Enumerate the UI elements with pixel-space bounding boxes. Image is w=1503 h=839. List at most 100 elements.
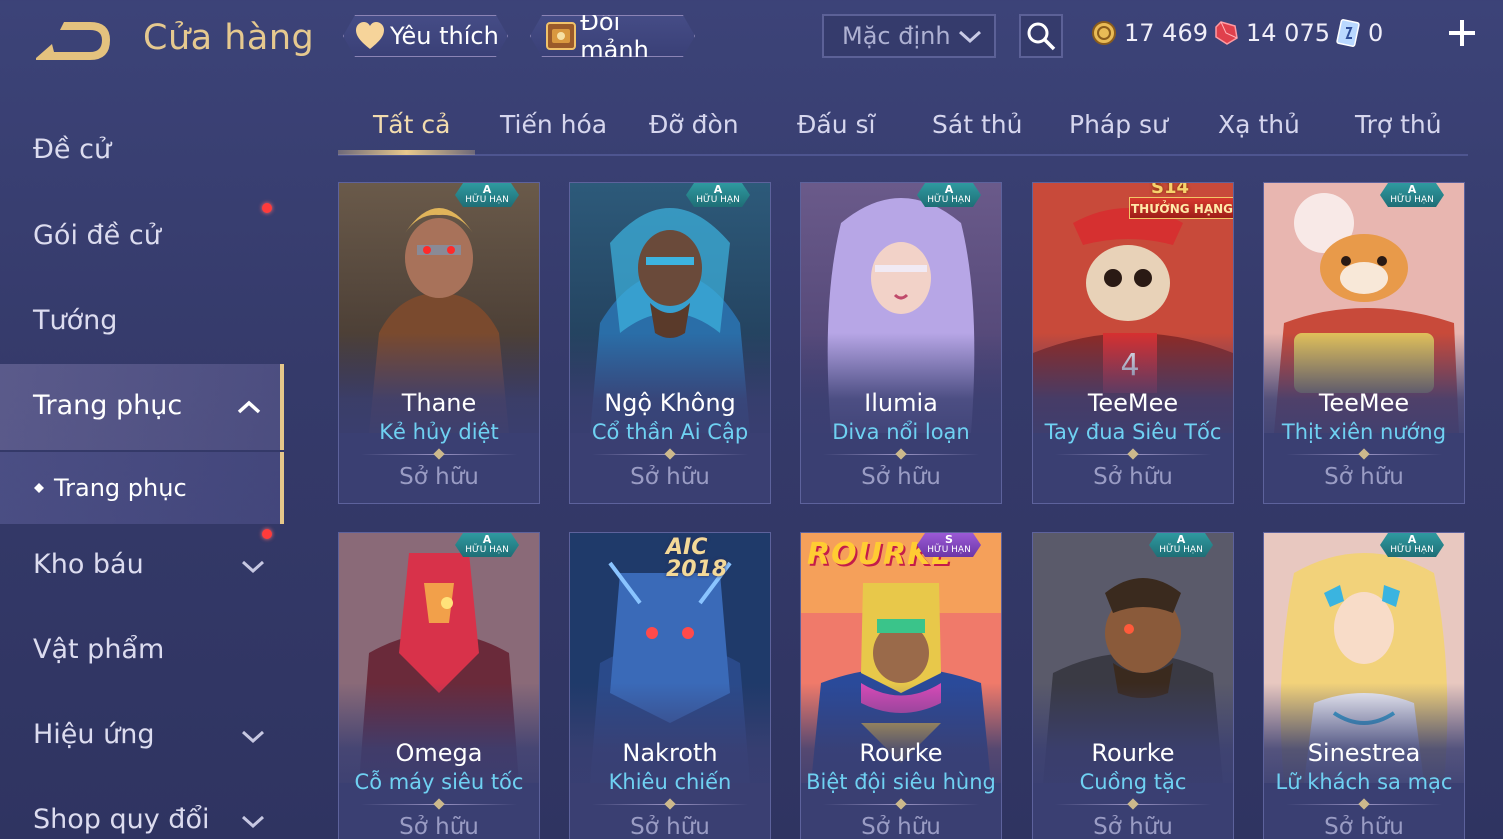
skin-card[interactable]: A HỮU HẠN Sinestrea Lữ khách sa mạc Sở hữ… xyxy=(1263,532,1465,839)
sidebar-item-label: Tướng xyxy=(33,305,118,336)
chevron-up-icon xyxy=(237,400,261,414)
sidebar-item-treasure[interactable]: Kho báu xyxy=(0,525,284,605)
sidebar-item-label: Hiệu ứng xyxy=(33,719,155,750)
grade-badge: S HỮU HẠN xyxy=(917,533,981,557)
owned-status: Sở hữu xyxy=(1093,814,1173,839)
owned-status: Sở hữu xyxy=(1324,814,1404,839)
divider xyxy=(361,454,517,455)
divider xyxy=(361,804,517,805)
add-currency-button[interactable] xyxy=(1445,16,1479,50)
notification-dot xyxy=(262,203,272,213)
skin-name: Cỗ máy siêu tốc xyxy=(354,770,524,794)
skin-card[interactable]: A HỮU HẠN Ngộ Không Cổ thần Ai Cập Sở hữu xyxy=(569,182,771,504)
shard-exchange-label: Đổi mảnh xyxy=(580,8,649,64)
ruby-balance: 14 075 xyxy=(1212,18,1330,48)
hero-name: Ilumia xyxy=(864,389,938,417)
voucher-amount: 0 xyxy=(1368,19,1384,47)
favorites-label: Yêu thích xyxy=(390,22,499,50)
ruby-amount: 14 075 xyxy=(1246,19,1330,47)
gold-balance: 17 469 xyxy=(1090,18,1208,48)
page-title: Cửa hàng xyxy=(143,18,315,58)
owned-status: Sở hữu xyxy=(1324,464,1404,490)
hero-name: TeeMee xyxy=(1087,389,1179,417)
tab-all[interactable]: Tất cả xyxy=(373,110,450,139)
sidebar: Đề cử Gói đề cử Tướng Trang phục Trang p… xyxy=(0,80,288,839)
hero-name: TeeMee xyxy=(1318,389,1410,417)
skin-card[interactable]: A HỮU HẠN Thane Kẻ hủy diệt Sở hữu xyxy=(338,182,540,504)
skin-name: Lữ khách sa mạc xyxy=(1275,770,1453,794)
treasure-chest-icon xyxy=(543,18,578,54)
skin-card[interactable]: A HỮU HẠN TeeMee Thịt xiên nướng Sở hữu xyxy=(1263,182,1465,504)
skin-name: Cổ thần Ai Cập xyxy=(591,420,749,444)
tab-tank[interactable]: Đỡ đòn xyxy=(649,110,739,139)
skin-card[interactable]: A HỮU HẠN Rourke Cuồng tặc Sở hữu xyxy=(1032,532,1234,839)
chevron-down-icon xyxy=(241,815,265,829)
gold-coin-icon xyxy=(1090,19,1118,47)
heart-icon xyxy=(352,18,388,54)
hero-name: Sinestrea xyxy=(1307,739,1421,767)
grade-badge: A HỮU HẠN xyxy=(917,183,981,207)
sidebar-item-items[interactable]: Vật phẩm xyxy=(0,610,284,690)
owned-status: Sở hữu xyxy=(861,464,941,490)
hero-name: Omega xyxy=(395,739,483,767)
tab-support[interactable]: Trợ thủ xyxy=(1355,110,1442,139)
owned-status: Sở hữu xyxy=(630,464,710,490)
hero-name: Rourke xyxy=(859,739,943,767)
back-arrow-icon[interactable] xyxy=(32,18,112,64)
skin-name: Diva nổi loạn xyxy=(832,420,970,444)
sidebar-item-featured-bundles[interactable]: Gói đề cử xyxy=(0,194,284,274)
chevron-down-icon xyxy=(241,730,265,744)
skin-card[interactable]: A HỮU HẠN Omega Cỗ máy siêu tốc Sở hữu xyxy=(338,532,540,839)
favorites-button[interactable]: Yêu thích xyxy=(343,15,508,57)
sidebar-item-heroes[interactable]: Tướng xyxy=(0,279,284,359)
sidebar-item-label: Shop quy đổi xyxy=(33,804,210,835)
sort-dropdown[interactable]: Mặc định xyxy=(822,14,996,58)
skin-card[interactable]: AIC 2018 Nakroth Khiêu chiến Sở hữu xyxy=(569,532,771,839)
tab-marksman[interactable]: Xạ thủ xyxy=(1218,110,1300,139)
skin-name: Tay đua Siêu Tốc xyxy=(1044,420,1222,444)
sidebar-item-skins[interactable]: Trang phục xyxy=(0,364,284,450)
voucher-card-icon xyxy=(1334,19,1362,47)
owned-status: Sở hữu xyxy=(861,814,941,839)
hero-name: Nakroth xyxy=(622,739,718,767)
tab-evolution[interactable]: Tiến hóa xyxy=(500,110,607,139)
sidebar-item-label: Vật phẩm xyxy=(33,634,165,665)
sidebar-item-label: Đề cử xyxy=(33,134,112,165)
sidebar-subitem-label: Trang phục xyxy=(54,474,187,502)
ruby-gem-icon xyxy=(1212,19,1240,47)
tab-fighter[interactable]: Đấu sĩ xyxy=(797,110,875,139)
divider xyxy=(1055,454,1211,455)
sidebar-item-label: Trang phục xyxy=(33,390,183,421)
tab-mage[interactable]: Pháp sư xyxy=(1069,110,1168,139)
skin-grid: A HỮU HẠN Thane Kẻ hủy diệt Sở hữu A HỮU H… xyxy=(338,182,1468,839)
sort-selected-value: Mặc định xyxy=(842,22,951,50)
tournament-logo: AIC 2018 xyxy=(666,535,728,582)
skin-name: Cuồng tặc xyxy=(1079,770,1187,794)
owned-status: Sở hữu xyxy=(399,814,479,839)
search-button[interactable] xyxy=(1019,14,1063,58)
chevron-down-icon xyxy=(241,560,265,574)
sidebar-subitem-skins[interactable]: Trang phục xyxy=(0,452,284,524)
hero-name: Thane xyxy=(401,389,477,417)
voucher-balance: 0 xyxy=(1334,18,1383,48)
sidebar-item-effects[interactable]: Hiệu ứng xyxy=(0,695,284,775)
skin-card[interactable]: ROURKE S HỮU HẠN Rourke Biệt đội siêu hùn… xyxy=(800,532,1002,839)
divider xyxy=(823,454,979,455)
hero-name: Rourke xyxy=(1091,739,1175,767)
divider xyxy=(592,804,748,805)
sidebar-item-label: Kho báu xyxy=(33,549,144,580)
tab-assassin[interactable]: Sát thủ xyxy=(932,110,1022,139)
sidebar-item-featured[interactable]: Đề cử xyxy=(0,108,284,188)
owned-status: Sở hữu xyxy=(630,814,710,839)
sidebar-item-exchange-shop[interactable]: Shop quy đổi xyxy=(0,780,284,839)
shard-exchange-button[interactable]: Đổi mảnh xyxy=(530,15,695,57)
grade-badge: A HỮU HẠN xyxy=(455,183,519,207)
skin-card[interactable]: 4 S14 THƯỞNG HẠNG TeeMee Tay đua Siêu Tố… xyxy=(1032,182,1234,504)
season-label: S14 xyxy=(1151,182,1190,198)
search-icon xyxy=(1027,22,1056,51)
hero-name: Ngộ Không xyxy=(604,389,736,417)
grade-badge: A HỮU HẠN xyxy=(686,183,750,207)
active-tab-indicator xyxy=(338,150,475,155)
skin-card[interactable]: A HỮU HẠN Ilumia Diva nổi loạn Sở hữu xyxy=(800,182,1002,504)
grade-badge: A HỮU HẠN xyxy=(455,533,519,557)
